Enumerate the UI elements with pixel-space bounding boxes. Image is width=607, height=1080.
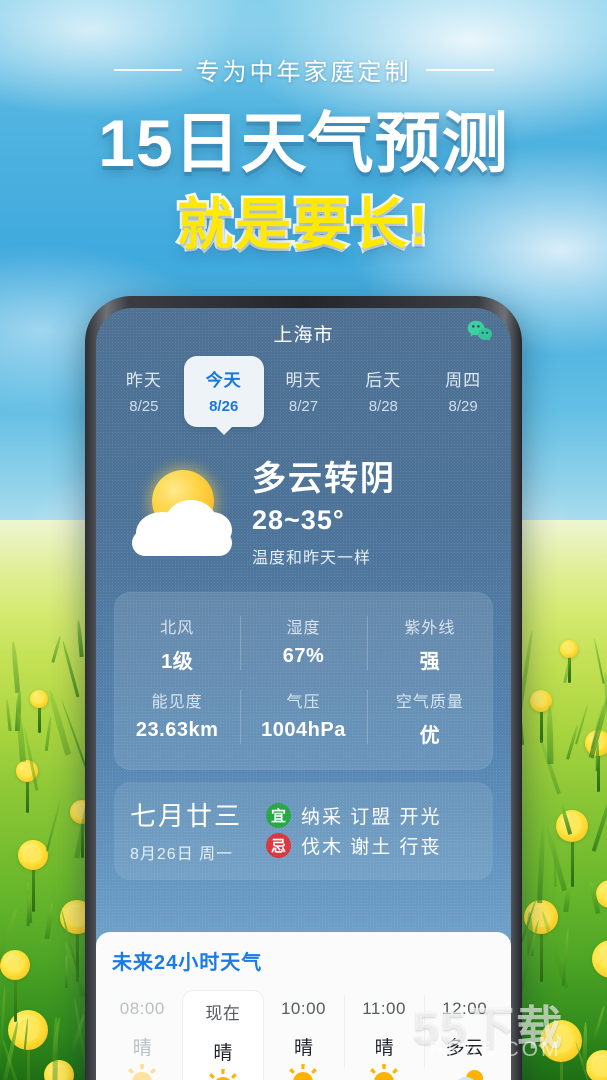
dandelion-flower — [0, 950, 30, 980]
promo-subline: 就是要长! — [0, 192, 607, 258]
current-weather: 多云转阴 28~35° 温度和昨天一样 — [96, 459, 511, 568]
hourly-condition: 晴 — [263, 1033, 344, 1060]
detail-key: 北风 — [114, 614, 240, 638]
grass-blade — [26, 894, 30, 926]
temperature-range: 28~35° — [252, 505, 487, 536]
detail-cell: 湿度 67% — [240, 606, 366, 680]
hourly-condition: 晴 — [102, 1033, 183, 1060]
day-tab-date: 8/28 — [343, 398, 423, 415]
day-tab-2[interactable]: 明天 8/27 — [264, 356, 344, 427]
city-name[interactable]: 上海市 — [96, 320, 511, 347]
detail-key: 湿度 — [240, 614, 366, 638]
app-header: 上海市 — [96, 308, 511, 352]
good-items: 纳采 订盟 开光 — [301, 802, 442, 829]
day-tab-name: 周四 — [423, 366, 503, 391]
day-tab-name: 昨天 — [104, 366, 184, 391]
lunar-bad-row: 忌 伐木 谢土 行丧 — [266, 832, 477, 859]
good-badge: 宜 — [266, 803, 291, 828]
sun-behind-cloud-icon — [120, 464, 240, 564]
detail-cell: 能见度 23.63km — [114, 680, 240, 754]
detail-key: 紫外线 — [367, 614, 493, 638]
sun-icon — [374, 1072, 394, 1080]
hourly-list[interactable]: 08:00 晴现在晴 10:00 晴 11:00 晴 12:00 多云 — [96, 991, 511, 1080]
dandelion-flower — [30, 690, 48, 708]
weather-detail-panel: 北风 1级 湿度 67% 紫外线强 能见度 23.63km 气压 1004hPa 空气质量优 — [114, 592, 493, 770]
sun-icon — [132, 1072, 152, 1080]
sun-behind-cloud-icon — [445, 1070, 485, 1080]
detail-row: 北风 1级 湿度 67% 紫外线强 — [114, 606, 493, 680]
bad-items: 伐木 谢土 行丧 — [301, 832, 442, 859]
detail-value: 优 — [367, 719, 493, 748]
day-tab-name: 后天 — [343, 366, 423, 391]
detail-cell: 空气质量优 — [367, 680, 493, 754]
day-tab-name: 明天 — [264, 366, 344, 391]
hourly-item[interactable]: 现在晴 — [183, 991, 264, 1080]
current-weather-text: 多云转阴 28~35° 温度和昨天一样 — [240, 459, 487, 568]
day-tab-date: 8/29 — [423, 398, 503, 415]
hourly-item[interactable]: 10:00 晴 — [263, 991, 344, 1080]
tagline-right-rule — [426, 69, 494, 71]
detail-value: 23.63km — [114, 719, 240, 742]
wechat-icon[interactable] — [467, 320, 493, 342]
hourly-item[interactable]: 12:00 多云 — [424, 991, 505, 1080]
day-tab-today[interactable]: 今天 8/26 — [184, 356, 264, 427]
lunar-good-row: 宜 纳采 订盟 开光 — [266, 802, 477, 829]
dandelion-flower — [18, 840, 48, 870]
tagline-left-rule — [114, 69, 182, 71]
detail-key: 空气质量 — [367, 688, 493, 712]
detail-cell: 紫外线强 — [367, 606, 493, 680]
sun-icon — [293, 1072, 313, 1080]
detail-value: 强 — [367, 645, 493, 674]
day-tab-3[interactable]: 后天 8/28 — [343, 356, 423, 427]
day-tab-date: 8/27 — [264, 398, 344, 415]
hourly-time: 08:00 — [102, 999, 183, 1019]
weather-condition: 多云转阴 — [252, 459, 487, 499]
hourly-condition: 多云 — [424, 1033, 505, 1060]
detail-value: 67% — [240, 645, 366, 668]
solar-date: 8月26日 周一 — [130, 840, 260, 864]
promo-tagline: 专为中年家庭定制 — [196, 52, 412, 87]
day-tab-date: 8/26 — [184, 398, 264, 415]
detail-row: 能见度 23.63km 气压 1004hPa 空气质量优 — [114, 680, 493, 754]
temperature-note: 温度和昨天一样 — [252, 544, 487, 568]
promo-tagline-row: 专为中年家庭定制 — [0, 52, 607, 87]
detail-key: 气压 — [240, 688, 366, 712]
hourly-condition: 晴 — [183, 1038, 264, 1065]
hourly-time: 11:00 — [344, 999, 425, 1019]
day-tab-bar: 昨天 8/25 今天 8/26 明天 8/27 后天 8/28 周四 8/29 — [96, 356, 511, 427]
promo-headline: 15日天气预测 — [0, 104, 607, 182]
detail-value: 1级 — [114, 645, 240, 674]
hourly-item[interactable]: 11:00 晴 — [344, 991, 425, 1080]
day-tab-name: 今天 — [184, 366, 264, 391]
hourly-time: 12:00 — [424, 999, 505, 1019]
day-tab-0[interactable]: 昨天 8/25 — [104, 356, 184, 427]
hourly-item[interactable]: 08:00 晴 — [102, 991, 183, 1080]
detail-cell: 气压 1004hPa — [240, 680, 366, 754]
detail-key: 能见度 — [114, 688, 240, 712]
phone-screen: 上海市 昨天 8/25 今天 8/26 明天 8/27 后天 8/28 周四 8/29 — [96, 308, 511, 1080]
phone-mockup: 上海市 昨天 8/25 今天 8/26 明天 8/27 后天 8/28 周四 8/29 — [85, 296, 522, 1080]
lunar-advice-block: 宜 纳采 订盟 开光 忌 伐木 谢土 行丧 — [260, 799, 477, 862]
lunar-date-block: 七月廿三 8月26日 周一 — [130, 796, 260, 864]
day-tab-4[interactable]: 周四 8/29 — [423, 356, 503, 427]
detail-cell: 北风 1级 — [114, 606, 240, 680]
hourly-title: 未来24小时天气 — [96, 946, 511, 975]
day-tab-date: 8/25 — [104, 398, 184, 415]
lunar-calendar-card[interactable]: 七月廿三 8月26日 周一 宜 纳采 订盟 开光 忌 伐木 谢土 行丧 — [114, 782, 493, 880]
dandelion-flower — [556, 810, 588, 842]
hourly-time: 10:00 — [263, 999, 344, 1019]
hourly-time: 现在 — [183, 999, 264, 1024]
cloud-base — [132, 530, 232, 556]
detail-value: 1004hPa — [240, 719, 366, 742]
lunar-date: 七月廿三 — [130, 796, 260, 833]
bad-badge: 忌 — [266, 833, 291, 858]
hourly-condition: 晴 — [344, 1033, 425, 1060]
hourly-forecast-card: 未来24小时天气 08:00 晴现在晴 10:00 晴 11:00 晴 12:00 多云 — [96, 932, 511, 1080]
